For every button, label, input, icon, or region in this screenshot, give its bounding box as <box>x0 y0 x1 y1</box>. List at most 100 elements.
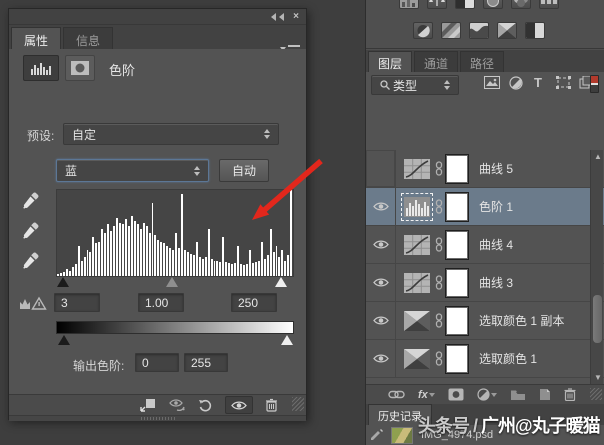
black-white-icon[interactable] <box>455 0 475 9</box>
output-white-field[interactable]: 255 <box>184 353 228 372</box>
layer-mask-thumbnail[interactable] <box>445 343 469 374</box>
color-balance-icon[interactable] <box>427 0 447 9</box>
adjustment-thumbnail[interactable] <box>403 233 431 257</box>
gradient-map-icon[interactable] <box>469 22 489 39</box>
layer-visibility-toggle[interactable] <box>366 264 396 301</box>
new-layer-icon[interactable] <box>539 388 551 401</box>
layer-mask-thumbnail[interactable] <box>445 153 469 184</box>
gray-point-eyedropper-icon[interactable] <box>22 222 39 239</box>
layer-row[interactable]: 选取颜色 1 <box>366 340 604 378</box>
layer-visibility-toggle[interactable] <box>366 340 396 377</box>
photo-filter-icon[interactable] <box>483 0 503 9</box>
selective-color-icon[interactable] <box>497 22 517 39</box>
tab-properties[interactable]: 属性 <box>11 27 62 49</box>
clip-to-layer-icon[interactable] <box>140 396 156 414</box>
filter-kind-select[interactable]: 类型 <box>371 75 459 95</box>
threshold-icon[interactable] <box>525 22 545 39</box>
delete-adjustment-icon[interactable] <box>265 396 278 414</box>
snapshot-thumbnail[interactable] <box>391 426 413 444</box>
tab-info[interactable]: 信息 <box>63 27 114 49</box>
output-black-field[interactable]: 0 <box>135 353 179 372</box>
layer-row[interactable]: 曲线 5 <box>366 150 604 188</box>
layer-mask-thumbnail[interactable] <box>445 191 469 222</box>
auto-button[interactable]: 自动 <box>219 159 269 182</box>
levels-properties: 色阶 预设: 自定 蓝 自动 3 1.00 250 输出色阶: 0 255 <box>9 49 306 394</box>
layer-visibility-toggle[interactable] <box>366 150 396 187</box>
delete-layer-icon[interactable] <box>564 388 576 401</box>
adjustment-thumbnail[interactable] <box>403 309 431 333</box>
link-layers-icon[interactable] <box>388 390 405 399</box>
hue-saturation-icon[interactable] <box>399 0 419 9</box>
levels-histogram <box>56 189 294 277</box>
preset-label: 预设: <box>27 129 55 143</box>
layer-row[interactable]: 曲线 4 <box>366 226 604 264</box>
view-previous-state-icon[interactable] <box>168 396 186 414</box>
history-source-icon[interactable] <box>370 429 383 441</box>
output-black-slider[interactable] <box>58 335 70 345</box>
black-point-eyedropper-icon[interactable] <box>22 192 39 209</box>
tab-channels[interactable]: 通道 <box>414 51 459 72</box>
input-black-field[interactable]: 3 <box>54 293 100 312</box>
output-levels-gradient <box>56 321 294 334</box>
scroll-down-icon[interactable]: ▼ <box>594 373 602 382</box>
close-icon[interactable]: × <box>293 12 299 22</box>
adjustment-thumbnail[interactable] <box>403 347 431 371</box>
collapse-panel-icon[interactable] <box>271 13 284 21</box>
scroll-up-icon[interactable]: ▲ <box>594 152 602 161</box>
layer-row[interactable]: 曲线 3 <box>366 264 604 302</box>
adjustment-thumbnail[interactable] <box>403 157 431 181</box>
new-adjustment-layer-icon[interactable] <box>477 388 497 401</box>
window-titlebar[interactable]: × <box>9 9 306 25</box>
filter-toggle-switch[interactable] <box>590 75 599 93</box>
reset-adjustment-icon[interactable] <box>198 396 213 414</box>
white-point-eyedropper-icon[interactable] <box>22 252 39 269</box>
posterize-icon[interactable] <box>441 22 461 39</box>
layer-visibility-toggle[interactable] <box>366 226 396 263</box>
new-group-icon[interactable] <box>510 389 526 401</box>
drag-handle-icon[interactable] <box>141 417 177 420</box>
layer-row[interactable]: 选取颜色 1 副本 <box>366 302 604 340</box>
filter-type-layers-icon[interactable]: T <box>534 75 542 90</box>
black-input-slider[interactable] <box>57 277 69 287</box>
tab-paths[interactable]: 路径 <box>460 51 505 72</box>
output-white-slider[interactable] <box>281 335 293 345</box>
layer-visibility-toggle[interactable] <box>366 188 396 225</box>
mask-link-icon[interactable] <box>435 237 443 252</box>
filter-pixel-layers-icon[interactable] <box>484 76 500 89</box>
mask-link-icon[interactable] <box>435 351 443 366</box>
tab-layers[interactable]: 图层 <box>368 51 413 72</box>
input-white-field[interactable]: 250 <box>231 293 277 312</box>
scrollbar[interactable]: ▲ ▼ <box>590 150 603 384</box>
adjustment-thumbnail[interactable] <box>403 271 431 295</box>
toggle-visibility-icon[interactable] <box>225 396 253 414</box>
channel-select[interactable]: 蓝 <box>56 159 209 182</box>
white-input-slider[interactable] <box>275 277 287 287</box>
mask-link-icon[interactable] <box>435 313 443 328</box>
levels-badge-icon[interactable] <box>23 55 59 81</box>
resize-grip-icon[interactable] <box>292 397 304 411</box>
layer-mask-thumbnail[interactable] <box>445 229 469 260</box>
gamma-input-slider[interactable] <box>166 277 178 287</box>
mask-link-icon[interactable] <box>435 161 443 176</box>
channel-mixer-icon[interactable] <box>511 0 531 9</box>
mask-link-icon[interactable] <box>435 199 443 214</box>
add-layer-mask-icon[interactable] <box>448 388 464 401</box>
preset-select[interactable]: 自定 <box>63 123 279 145</box>
invert-icon[interactable] <box>413 22 433 39</box>
scrollbar-thumb[interactable] <box>593 295 602 343</box>
output-levels-label: 输出色阶: <box>73 359 125 373</box>
mask-link-icon[interactable] <box>435 275 443 290</box>
filter-adjustment-layers-icon[interactable] <box>509 76 523 90</box>
layer-mask-thumbnail[interactable] <box>445 305 469 336</box>
layer-visibility-toggle[interactable] <box>366 302 396 339</box>
color-lookup-icon[interactable] <box>539 0 559 9</box>
layer-row[interactable]: 色阶 1 <box>366 188 604 226</box>
mask-thumbnail-icon[interactable] <box>65 55 95 81</box>
filter-shape-layers-icon[interactable] <box>556 76 571 89</box>
dock-resize-grip-icon[interactable] <box>590 388 602 400</box>
layer-mask-thumbnail[interactable] <box>445 267 469 298</box>
adjustment-thumbnail[interactable] <box>401 192 433 221</box>
lock-row: 锁定: 填充: 100% <box>366 124 604 270</box>
layer-styles-icon[interactable]: fx <box>418 389 435 401</box>
input-gamma-field[interactable]: 1.00 <box>138 293 184 312</box>
